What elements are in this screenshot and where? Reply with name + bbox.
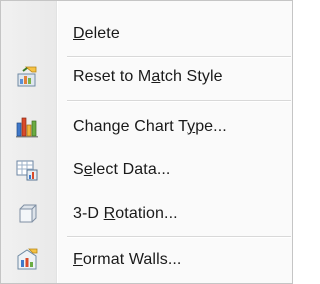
- menu-item-change-chart-type[interactable]: Change Chart Type...: [1, 109, 292, 145]
- menu-item-3d-rotation[interactable]: 3-D Rotation...: [1, 196, 292, 232]
- menu-item-select-data[interactable]: Select Data...: [1, 152, 292, 188]
- menu-separator: [67, 236, 291, 238]
- context-menu: Delete Reset to Match Style Change Chart…: [0, 0, 293, 284]
- select-data-icon: [16, 160, 38, 181]
- menu-separator: [67, 100, 291, 102]
- reset-style-icon: [17, 66, 37, 87]
- menu-item-format-walls-label: Format Walls...: [73, 251, 182, 268]
- menu-separator: [67, 56, 291, 58]
- menu-item-change-chart-type-label: Change Chart Type...: [73, 118, 227, 135]
- menu-item-reset-to-match-style-label: Reset to Match Style: [73, 68, 223, 85]
- menu-item-select-data-label: Select Data...: [73, 161, 171, 178]
- menu-item-3d-rotation-label: 3-D Rotation...: [73, 205, 178, 222]
- format-walls-icon: [17, 248, 38, 270]
- change-chart-type-icon: [16, 117, 38, 138]
- menu-item-format-walls[interactable]: Format Walls...: [1, 242, 292, 278]
- menu-item-delete[interactable]: Delete: [1, 16, 292, 52]
- menu-item-delete-label: Delete: [73, 25, 120, 42]
- 3d-rotation-icon: [19, 204, 37, 223]
- menu-item-reset-to-match-style[interactable]: Reset to Match Style: [1, 59, 292, 95]
